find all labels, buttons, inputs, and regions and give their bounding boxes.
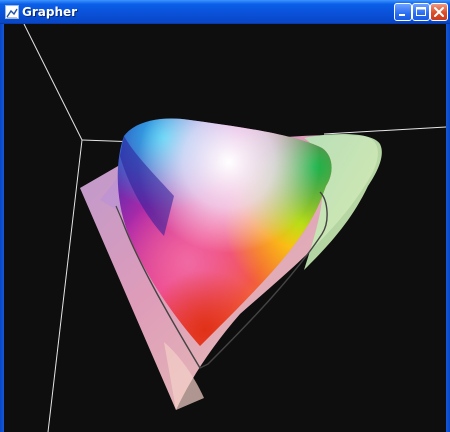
gamut-3d-plot[interactable] [4,24,446,432]
close-icon [434,7,444,17]
graph-viewport[interactable] [4,24,446,432]
close-button[interactable] [430,3,448,21]
grapher-logo-icon [6,7,18,18]
grapher-app-icon[interactable] [5,5,19,19]
window-frame-right[interactable] [446,24,450,432]
maximize-button[interactable] [412,3,430,21]
grapher-window: Grapher [0,0,450,432]
title-bar[interactable]: Grapher [0,0,450,24]
minimize-button[interactable] [394,3,412,21]
minimize-icon [399,14,405,16]
maximize-icon [416,7,426,16]
window-title: Grapher [22,5,78,19]
